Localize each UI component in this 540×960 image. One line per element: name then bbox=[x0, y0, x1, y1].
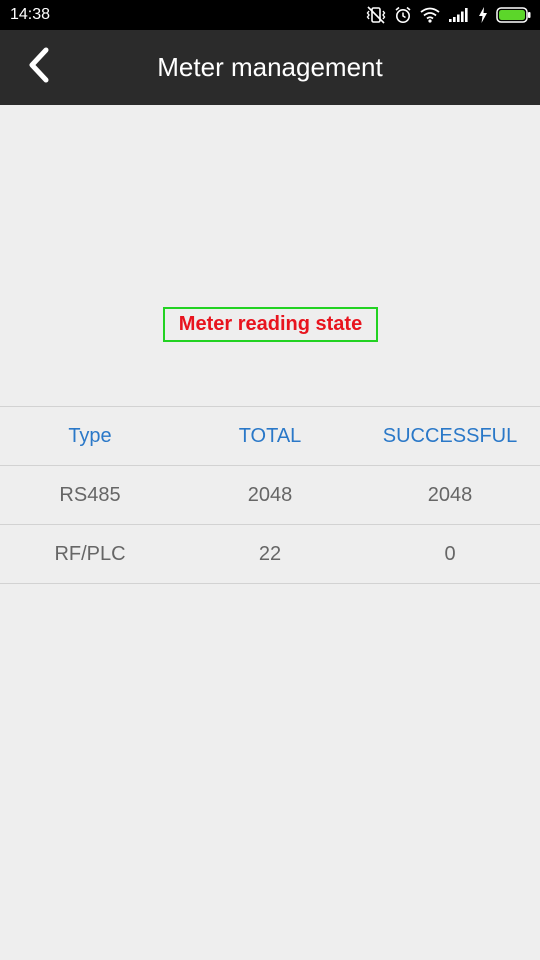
cell-total: 2048 bbox=[247, 483, 293, 506]
status-time: 14:38 bbox=[10, 6, 51, 23]
page-title: Meter management bbox=[157, 52, 383, 82]
cell-total: 22 bbox=[258, 542, 282, 565]
wifi-icon bbox=[420, 7, 440, 23]
status-icons bbox=[366, 4, 532, 26]
alarm-clock-icon bbox=[394, 6, 412, 24]
chevron-left-icon bbox=[26, 46, 52, 89]
column-header-successful: SUCCESSFUL bbox=[382, 424, 518, 447]
table-row: RF/PLC 22 0 bbox=[0, 525, 540, 584]
status-bar: 14:38 bbox=[0, 0, 540, 30]
cell-type: RF/PLC bbox=[54, 542, 126, 565]
meter-table: Type TOTAL SUCCESSFUL RS485 2048 2048 RF… bbox=[0, 406, 540, 584]
cell-successful: 2048 bbox=[427, 483, 473, 506]
cellular-signal-icon bbox=[448, 7, 470, 23]
cell-successful: 0 bbox=[444, 542, 456, 565]
table-row: RS485 2048 2048 bbox=[0, 466, 540, 525]
column-header-total: TOTAL bbox=[238, 424, 302, 447]
cell-type: RS485 bbox=[59, 483, 121, 506]
back-button[interactable] bbox=[16, 44, 62, 90]
battery-icon bbox=[496, 7, 532, 23]
column-header-type: Type bbox=[68, 424, 112, 447]
meter-reading-state-label: Meter reading state bbox=[163, 307, 378, 342]
app-bar: Meter management bbox=[0, 30, 540, 105]
vibrate-off-icon bbox=[366, 6, 386, 24]
charging-bolt-icon bbox=[478, 7, 488, 23]
table-header-row: Type TOTAL SUCCESSFUL bbox=[0, 407, 540, 466]
